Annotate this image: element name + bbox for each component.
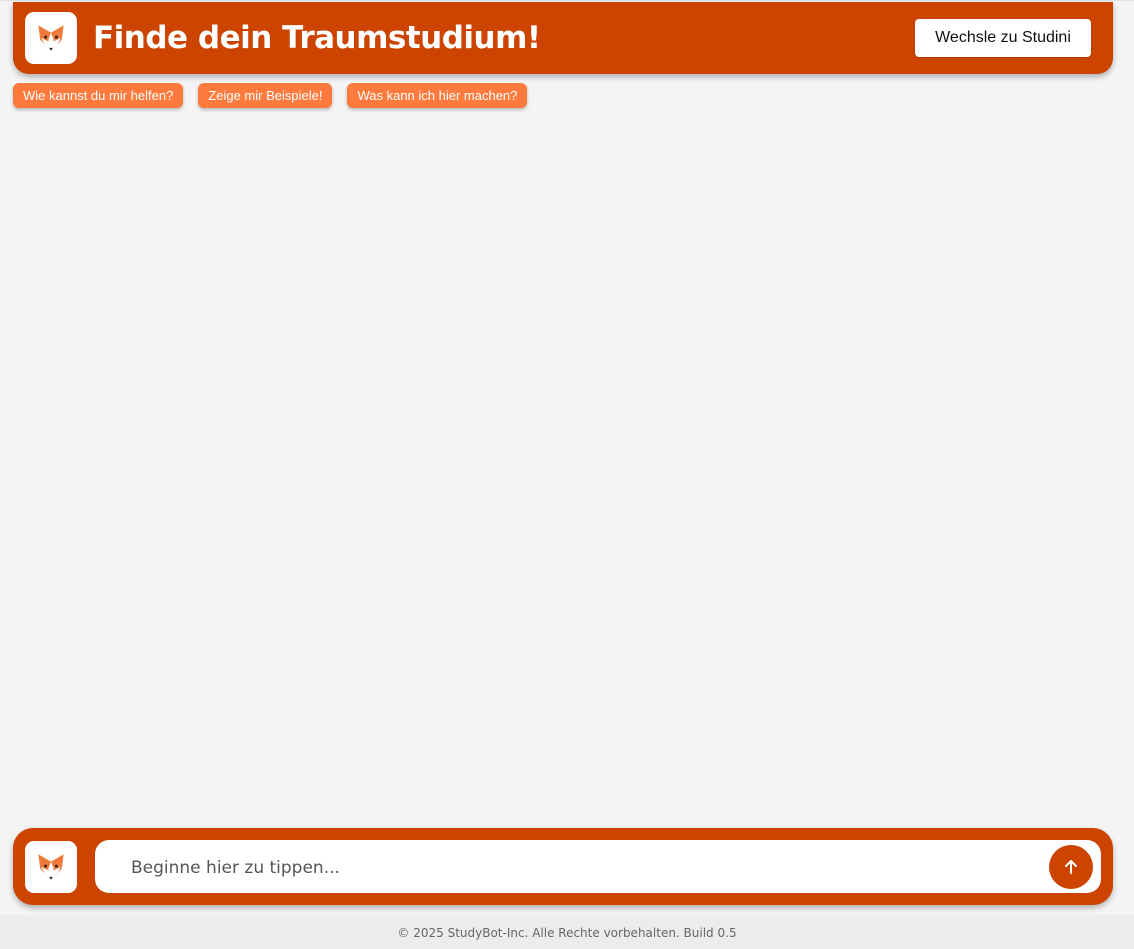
suggestion-chips: Wie kannst du mir helfen? Zeige mir Beis… bbox=[13, 83, 528, 108]
header-logo bbox=[25, 12, 77, 64]
message-composer bbox=[13, 828, 1113, 905]
switch-to-studini-button[interactable]: Wechsle zu Studini bbox=[915, 19, 1091, 57]
app-page: Finde dein Traumstudium! Wechsle zu Stud… bbox=[0, 0, 1134, 949]
fox-icon bbox=[33, 20, 69, 56]
arrow-up-icon bbox=[1062, 858, 1080, 876]
fox-icon bbox=[33, 849, 69, 885]
chat-area bbox=[13, 119, 1113, 819]
composer-avatar bbox=[25, 841, 77, 893]
page-title: Finde dein Traumstudium! bbox=[93, 20, 541, 56]
message-input-container bbox=[95, 840, 1101, 895]
suggestion-chip-examples[interactable]: Zeige mir Beispiele! bbox=[198, 83, 333, 108]
suggestion-chip-what-can-i-do[interactable]: Was kann ich hier machen? bbox=[347, 83, 528, 108]
suggestion-chip-help[interactable]: Wie kannst du mir helfen? bbox=[13, 83, 184, 108]
send-button[interactable] bbox=[1049, 845, 1093, 889]
message-input[interactable] bbox=[129, 840, 1033, 895]
page-footer: © 2025 StudyBot-Inc. Alle Rechte vorbeha… bbox=[0, 915, 1134, 949]
app-header: Finde dein Traumstudium! Wechsle zu Stud… bbox=[13, 2, 1113, 74]
copyright-text: © 2025 StudyBot-Inc. Alle Rechte vorbeha… bbox=[397, 925, 737, 940]
